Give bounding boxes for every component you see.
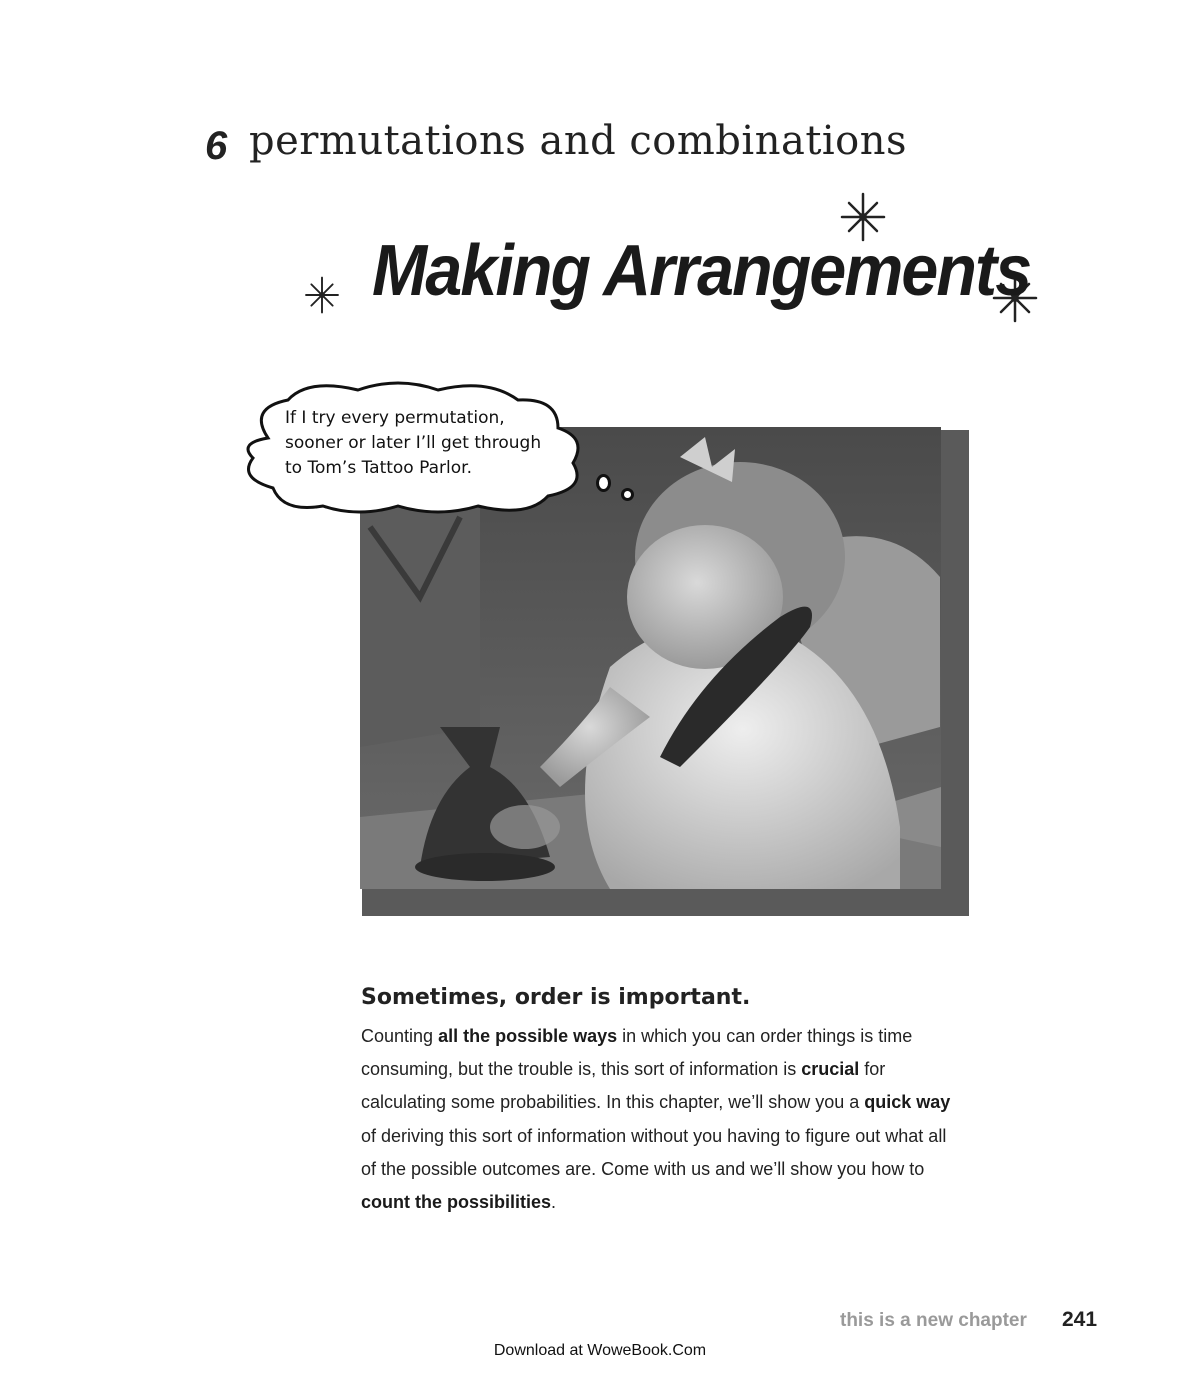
emphasis-text: count the possibilities (361, 1192, 552, 1213)
emphasis-text: all the possible ways (438, 1026, 618, 1046)
paragraph-line: of the possible outcomes are. Come with … (361, 1153, 991, 1186)
paragraph-text: consuming, but the trouble is, this sort… (361, 1059, 802, 1080)
paragraph-text: of deriving this sort of information wit… (361, 1125, 947, 1146)
chapter-number: 6 (205, 124, 228, 168)
paragraph-line: count the possibilities. (361, 1186, 991, 1219)
paragraph-text: of the possible outcomes are. Come with … (361, 1158, 925, 1179)
thought-bubble-dot (621, 488, 634, 501)
paragraph-line: Counting all the possible ways in which … (361, 1020, 991, 1053)
paragraph-line: calculating some probabilities. In this … (361, 1086, 991, 1119)
thought-text: If I try every permutation, sooner or la… (285, 406, 585, 481)
paragraph-line: consuming, but the trouble is, this sort… (361, 1053, 991, 1086)
thought-bubble-dot (596, 474, 611, 492)
paragraph-text: in which you can order things is time (617, 1026, 913, 1046)
paragraph-text: calculating some probabilities. In this … (361, 1092, 865, 1113)
paragraph-text: . (551, 1192, 557, 1213)
thought-line: sooner or later I’ll get through (285, 433, 542, 453)
thought-line: If I try every permutation, (285, 408, 505, 428)
emphasis-text: crucial (801, 1059, 860, 1080)
emphasis-text: quick way (864, 1092, 951, 1113)
thought-line: to Tom’s Tattoo Parlor. (285, 458, 472, 478)
intro-paragraph: Counting all the possible ways in which … (361, 1020, 991, 1219)
paragraph-line: of deriving this sort of information wit… (361, 1120, 991, 1153)
paragraph-text: Counting (361, 1026, 439, 1046)
download-note: Download at WoweBook.Com (493, 1342, 707, 1359)
page-number: 241 (1062, 1308, 1098, 1331)
paragraph-text: for (859, 1059, 886, 1080)
section-heading: Sometimes, order is important. (361, 985, 751, 1010)
page-title: Making Arrangements (372, 231, 1032, 311)
sparkle-icon (305, 276, 339, 314)
chapter-name: permutations and combinations (249, 118, 908, 164)
chapter-footer-label: this is a new chapter (840, 1310, 1027, 1331)
